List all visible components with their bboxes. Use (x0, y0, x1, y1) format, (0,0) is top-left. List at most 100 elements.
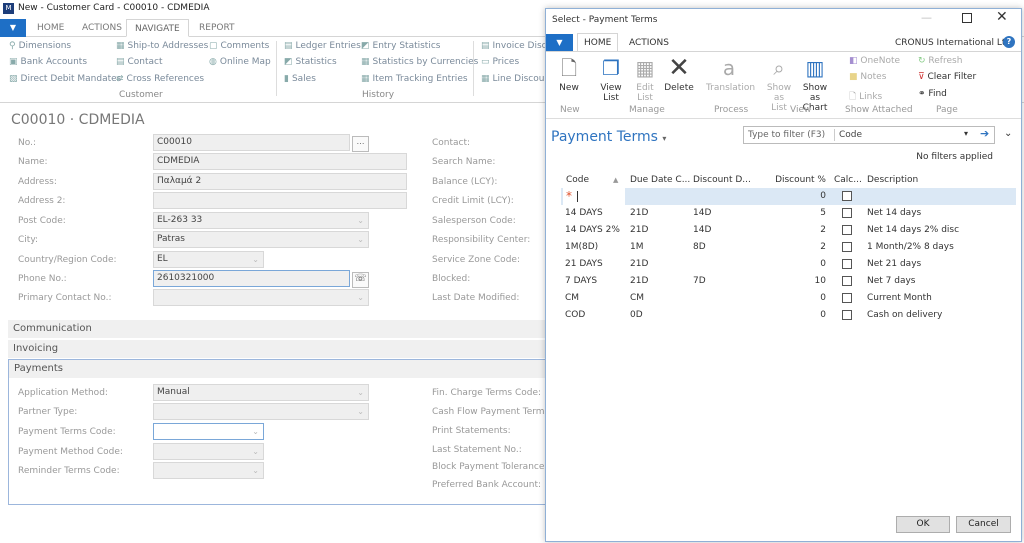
app-menu-button[interactable]: ▼ (0, 19, 26, 37)
calc-checkbox[interactable] (842, 225, 852, 235)
calc-checkbox[interactable] (842, 259, 852, 269)
col-due-date[interactable]: Due Date C... (630, 175, 690, 185)
filter-input[interactable]: Type to filter (F3) (748, 130, 825, 140)
dialog-tab-actions[interactable]: ACTIONS (629, 38, 669, 48)
field-input[interactable]: ⌄ (153, 462, 264, 479)
ribbon-dimensions[interactable]: ⚲ Dimensions (9, 41, 71, 51)
dialog-tab-home[interactable]: HOME (577, 33, 619, 52)
col-discount-pct[interactable]: Discount % (775, 175, 826, 185)
ribbon-online-map[interactable]: ◍ Online Map (209, 57, 271, 67)
calc-checkbox[interactable] (842, 293, 852, 303)
field-input[interactable]: ⌄ (153, 403, 369, 420)
calc-checkbox[interactable] (842, 191, 852, 201)
find-button[interactable]: ⚭ Find (918, 89, 947, 99)
maximize-button[interactable] (962, 13, 972, 23)
table-row-new[interactable]: * 0 (561, 188, 1016, 205)
refresh-button[interactable]: ↻ Refresh (918, 56, 962, 66)
ribbon-statistics-by-currencies[interactable]: ▦ Statistics by Currencies (361, 57, 478, 67)
ribbon-prices[interactable]: ▭ Prices (481, 57, 519, 67)
chevron-down-icon[interactable]: ⌄ (357, 232, 364, 247)
ribbon-entry-statistics[interactable]: ◩ Entry Statistics (361, 41, 440, 51)
ribbon-bank-accounts[interactable]: ▣ Bank Accounts (9, 57, 87, 67)
translation-button[interactable]: a Translation (706, 56, 755, 93)
table-row[interactable]: 1M(8D) 1M 8D 2 1 Month/2% 8 days (561, 239, 1016, 256)
chevron-down-icon[interactable]: ⌄ (252, 252, 259, 267)
field-input[interactable]: CDMEDIA (153, 153, 407, 170)
ribbon-line-discounts[interactable]: ▦ Line Discoun (481, 74, 550, 84)
apply-filter-arrow-icon[interactable]: ➔ (980, 127, 989, 140)
table-row[interactable]: CM CM 0 Current Month (561, 290, 1016, 307)
filter-field-chevron-icon[interactable]: ▾ (964, 129, 968, 138)
minimize-button[interactable]: — (921, 11, 932, 24)
chevron-down-icon[interactable]: ⌄ (252, 463, 259, 478)
ribbon-invoice-discounts[interactable]: ▤ Invoice Disco (481, 41, 552, 51)
new-row-code-input[interactable]: * (563, 188, 625, 205)
dialog-app-menu-button[interactable]: ▼ (546, 34, 573, 51)
tab-home[interactable]: HOME (37, 19, 64, 37)
chevron-down-icon[interactable]: ⌄ (357, 404, 364, 419)
section-communication[interactable]: Communication (8, 320, 548, 338)
ribbon-sales[interactable]: ▮ Sales (284, 74, 316, 84)
calc-checkbox[interactable] (842, 310, 852, 320)
ribbon-contact[interactable]: ▤ Contact (116, 57, 163, 67)
calc-checkbox[interactable] (842, 242, 852, 252)
close-button[interactable]: ✕ (996, 9, 1008, 25)
ribbon-statistics[interactable]: ◩ Statistics (284, 57, 337, 67)
table-row[interactable]: COD 0D 0 Cash on delivery (561, 307, 1016, 324)
ribbon-item-tracking-entries[interactable]: ▦ Item Tracking Entries (361, 74, 468, 84)
chevron-down-icon[interactable]: ⌄ (357, 213, 364, 228)
clear-filter-button[interactable]: ⊽ Clear Filter (918, 72, 976, 82)
new-button[interactable]: 🗋 New (554, 56, 584, 93)
section-payments[interactable]: Payments (9, 360, 549, 378)
ribbon-cross-references[interactable]: ⇄ Cross References (116, 74, 204, 84)
links-button[interactable]: 🗋 Links (849, 89, 882, 105)
filter-field-select[interactable]: Code (839, 130, 862, 140)
more-button[interactable]: … (352, 136, 369, 152)
ribbon-comments[interactable]: ▢ Comments (209, 41, 269, 51)
calc-checkbox[interactable] (842, 276, 852, 286)
chevron-down-icon[interactable]: ⌄ (357, 385, 364, 400)
table-row[interactable]: 7 DAYS 21D 7D 10 Net 7 days (561, 273, 1016, 290)
calc-checkbox[interactable] (842, 208, 852, 218)
help-icon[interactable]: ? (1003, 36, 1015, 48)
notes-button[interactable]: ■ Notes (849, 72, 886, 82)
field-input[interactable]: EL ⌄ (153, 251, 264, 268)
tab-report[interactable]: REPORT (199, 19, 235, 37)
col-calc[interactable]: Calc... (834, 175, 862, 185)
field-input[interactable]: ⌄ (153, 289, 369, 306)
field-input[interactable] (153, 192, 407, 209)
edit-list-button[interactable]: ▦ Edit List (630, 56, 660, 103)
list-title[interactable]: Payment Terms ▾ (551, 129, 666, 145)
table-row[interactable]: 14 DAYS 21D 14D 5 Net 14 days (561, 205, 1016, 222)
group-label-new: New (560, 105, 580, 115)
field-input[interactable]: C00010 (153, 134, 350, 151)
ok-button[interactable]: OK (896, 516, 950, 533)
field-input[interactable]: Patras ⌄ (153, 231, 369, 248)
section-invoicing[interactable]: Invoicing (8, 340, 548, 358)
field-input[interactable]: ⌄ (153, 443, 264, 460)
tab-navigate[interactable]: NAVIGATE (126, 19, 189, 37)
table-row[interactable]: 14 DAYS 2% 21D 14D 2 Net 14 days 2% disc (561, 222, 1016, 239)
field-input[interactable]: EL-263 33 ⌄ (153, 212, 369, 229)
chevron-down-icon[interactable]: ⌄ (252, 444, 259, 459)
onenote-button[interactable]: ◧ OneNote (849, 56, 900, 66)
chevron-down-icon[interactable]: ⌄ (357, 290, 364, 305)
ribbon-ledger-entries[interactable]: ▤ Ledger Entries (284, 41, 361, 51)
table-row[interactable]: 21 DAYS 21D 0 Net 21 days (561, 256, 1016, 273)
delete-button[interactable]: ✕ Delete (663, 55, 695, 93)
col-discount-date[interactable]: Discount D... (693, 175, 751, 185)
view-list-button[interactable]: ❐ View List (596, 56, 626, 103)
chevron-down-icon[interactable]: ⌄ (252, 424, 259, 439)
col-code[interactable]: Code (566, 175, 589, 185)
tab-actions[interactable]: ACTIONS (82, 19, 122, 37)
phone-call-button[interactable]: ☏ (352, 272, 369, 288)
field-input[interactable]: Manual ⌄ (153, 384, 369, 401)
col-description[interactable]: Description (867, 175, 918, 185)
ribbon-direct-debit-mandates[interactable]: ▧ Direct Debit Mandates (9, 74, 121, 84)
field-input[interactable]: ⌄ (153, 423, 264, 440)
field-input[interactable]: Παλαμά 2 (153, 173, 407, 190)
ribbon-ship-to-addresses[interactable]: ▦ Ship-to Addresses (116, 41, 208, 51)
cancel-button[interactable]: Cancel (956, 516, 1011, 533)
field-input[interactable]: 2610321000 (153, 270, 350, 287)
expand-filter-chevron-icon[interactable]: ⌄ (1004, 128, 1012, 139)
